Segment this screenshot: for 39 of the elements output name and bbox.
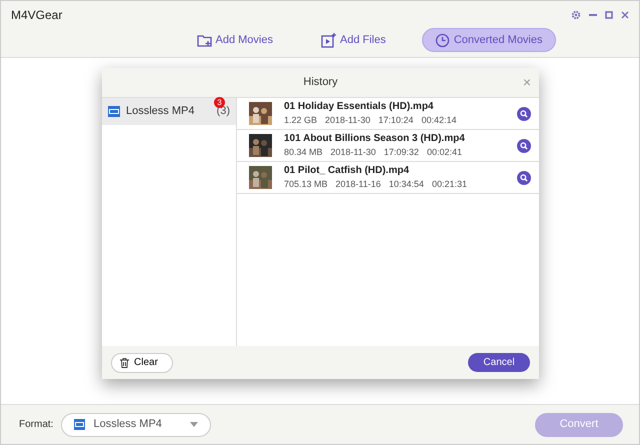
window-title: M4VGear — [11, 7, 62, 24]
file-size: 705.13 MB — [284, 178, 328, 192]
cancel-button[interactable]: Cancel — [468, 353, 530, 372]
file-duration: 00:21:31 — [432, 178, 467, 192]
folder-plus-icon — [196, 32, 212, 48]
file-size: 1.22 GB — [284, 114, 318, 128]
settings-icon[interactable] — [571, 10, 581, 20]
file-date: 2018-11-16 — [336, 178, 381, 192]
file-duration: 00:02:41 — [426, 146, 462, 160]
count-badge: 3 — [214, 97, 225, 108]
file-name: 01 Pilot_ Catfish (HD).mp4 — [284, 164, 410, 178]
search-icon[interactable] — [517, 170, 531, 184]
close-icon[interactable] — [621, 11, 629, 19]
trash-icon — [120, 358, 129, 368]
clear-button[interactable]: Clear — [111, 352, 173, 372]
format-dropdown[interactable]: Lossless MP4 — [61, 412, 212, 436]
file-time: 17:09:32 — [384, 146, 419, 160]
file-date: 2018-11-30 — [325, 114, 370, 128]
maximize-icon[interactable] — [605, 11, 613, 19]
file-size: 80.34 MB — [284, 146, 323, 160]
clock-icon — [434, 32, 450, 48]
file-name: 101 About Billions Season 3 (HD).mp4 — [284, 132, 465, 146]
file-duration: 00:42:14 — [421, 114, 456, 128]
tab[interactable]: Converted Movies — [422, 28, 556, 52]
format-icon — [108, 106, 120, 117]
file-time: 10:34:54 — [388, 178, 424, 192]
search-icon[interactable] — [517, 138, 531, 152]
file-time: 17:10:24 — [378, 114, 414, 128]
category-label: Lossless MP4 — [126, 104, 194, 120]
dialog-title: History — [303, 75, 338, 90]
file-name: 01 Holiday Essentials (HD).mp4 — [284, 100, 434, 114]
tab[interactable]: Add Movies — [184, 28, 285, 52]
file-play-icon — [320, 32, 336, 48]
caret-icon — [190, 422, 198, 427]
format-icon — [74, 419, 86, 430]
file-date: 2018-11-30 — [330, 146, 376, 160]
format-label: Format: — [19, 418, 54, 432]
tab[interactable]: Add Files — [308, 28, 398, 52]
search-icon[interactable] — [517, 106, 531, 120]
